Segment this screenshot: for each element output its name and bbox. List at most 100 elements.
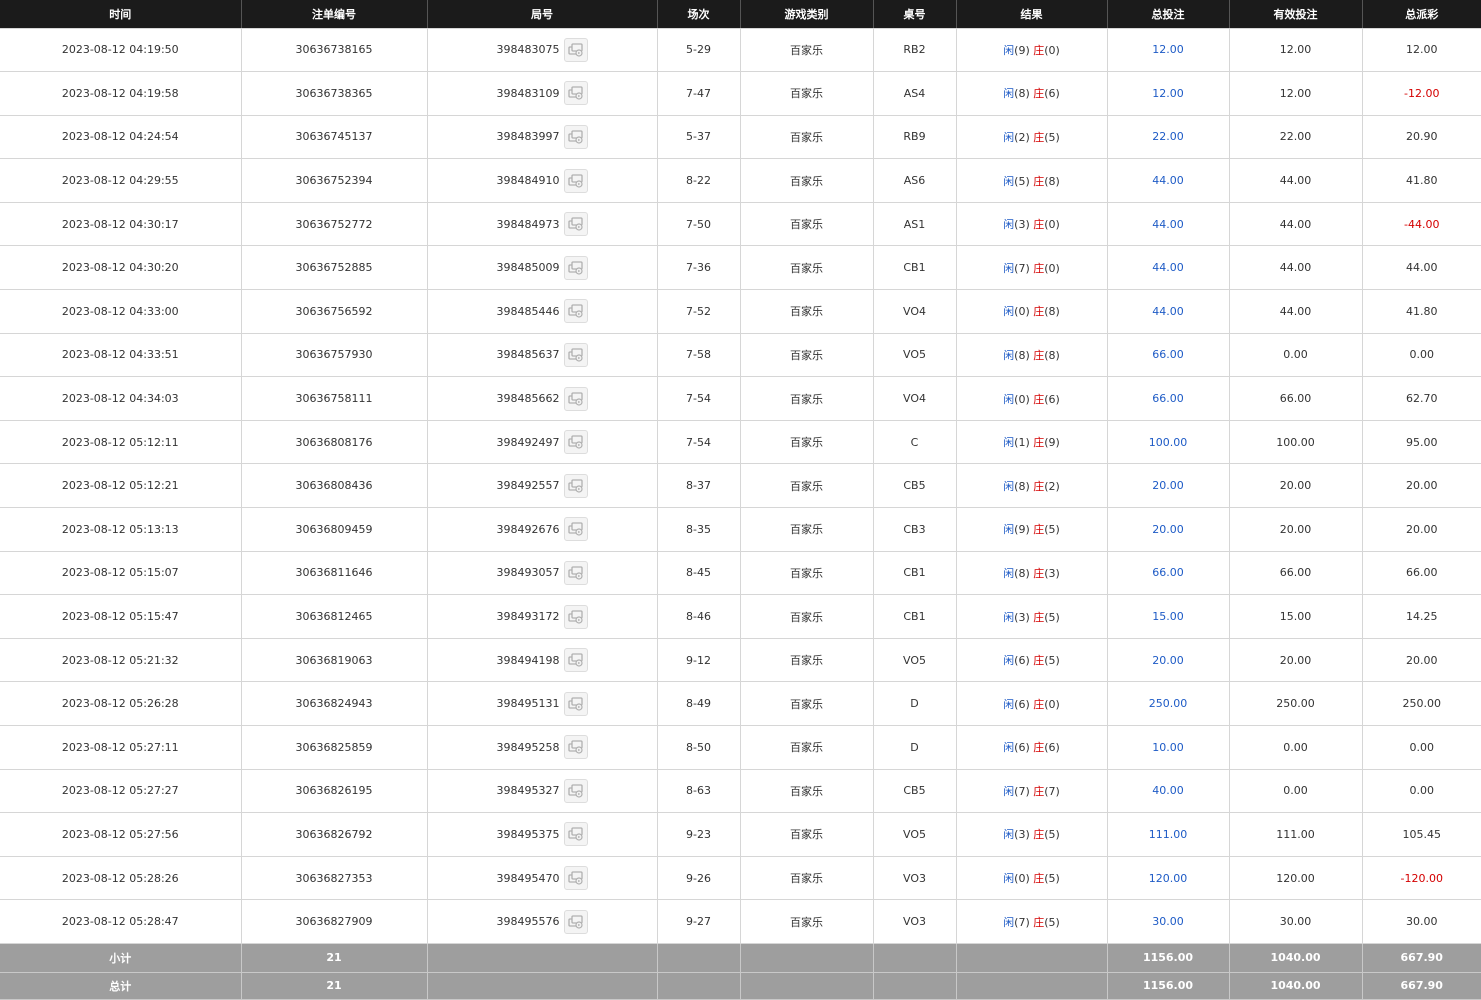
banker-label: 庄 bbox=[1033, 523, 1045, 537]
round-id-text: 398495470 bbox=[496, 871, 560, 885]
replay-video-icon[interactable] bbox=[563, 735, 588, 760]
cell-time: 2023-08-12 04:24:54 bbox=[0, 115, 242, 160]
player-score: (8) bbox=[1014, 87, 1030, 101]
cell-result: 闲(8) 庄(6) bbox=[956, 71, 1108, 116]
cell-time: 2023-08-12 05:27:56 bbox=[0, 812, 242, 857]
replay-video-icon[interactable] bbox=[563, 909, 588, 934]
cell-result: 闲(7) 庄(7) bbox=[956, 769, 1108, 814]
cell-total-bet: 20.00 bbox=[1107, 507, 1230, 552]
player-label: 闲 bbox=[1003, 479, 1015, 493]
player-label: 闲 bbox=[1003, 348, 1015, 362]
round-id-text: 398492497 bbox=[496, 435, 560, 449]
cell-total-bet: 44.00 bbox=[1107, 158, 1230, 203]
player-label: 闲 bbox=[1003, 828, 1015, 842]
cell-round-id: 398484973 bbox=[427, 202, 658, 247]
round-id-text: 398484910 bbox=[496, 174, 560, 188]
cell-payout: 20.00 bbox=[1362, 463, 1481, 509]
banker-label: 庄 bbox=[1033, 130, 1045, 144]
header-result: 结果 bbox=[956, 0, 1108, 29]
banker-score: (0) bbox=[1044, 218, 1060, 232]
cell-game-type: 百家乐 bbox=[740, 420, 874, 465]
replay-video-icon[interactable] bbox=[563, 124, 588, 149]
banker-label: 庄 bbox=[1033, 872, 1045, 886]
cell-shoe: 7-47 bbox=[657, 71, 741, 116]
cell-payout: 105.45 bbox=[1362, 812, 1481, 857]
player-label: 闲 bbox=[1003, 87, 1015, 101]
cell-table: VO5 bbox=[873, 333, 957, 378]
cell-result: 闲(5) 庄(8) bbox=[956, 158, 1108, 203]
cell-shoe: 8-45 bbox=[657, 551, 741, 596]
replay-video-icon[interactable] bbox=[563, 81, 588, 106]
cell-table: CB5 bbox=[873, 463, 957, 509]
replay-video-icon[interactable] bbox=[563, 386, 588, 411]
replay-video-icon[interactable] bbox=[563, 473, 588, 498]
banker-score: (6) bbox=[1044, 87, 1060, 101]
cell-total-bet: 100.00 bbox=[1107, 420, 1230, 465]
round-id-text: 398485637 bbox=[496, 348, 560, 362]
replay-video-icon[interactable] bbox=[563, 430, 588, 455]
replay-video-icon[interactable] bbox=[563, 255, 588, 280]
cell-game-type: 百家乐 bbox=[740, 856, 874, 901]
replay-video-icon[interactable] bbox=[563, 299, 588, 324]
cell-game-type: 百家乐 bbox=[740, 507, 874, 552]
cell-game-type: 百家乐 bbox=[740, 463, 874, 509]
cell-valid-bet: 15.00 bbox=[1229, 594, 1363, 639]
cell-order-no: 30636738165 bbox=[241, 28, 428, 73]
cell-game-type: 百家乐 bbox=[740, 28, 874, 73]
table-row: 2023-08-12 05:21:32 30636819063 398494198 9… bbox=[0, 638, 1481, 683]
cell-valid-bet: 44.00 bbox=[1229, 202, 1363, 247]
cell-game-type: 百家乐 bbox=[740, 594, 874, 639]
cell-shoe: 9-23 bbox=[657, 812, 741, 857]
cell-order-no: 30636827909 bbox=[241, 899, 428, 944]
cell-round-id: 398493057 bbox=[427, 551, 658, 596]
table-row: 2023-08-12 05:27:56 30636826792 398495375 9… bbox=[0, 812, 1481, 857]
replay-video-icon[interactable] bbox=[563, 691, 588, 716]
round-id-text: 398493057 bbox=[496, 566, 560, 580]
player-label: 闲 bbox=[1003, 610, 1015, 624]
replay-video-icon[interactable] bbox=[563, 168, 588, 193]
replay-video-icon[interactable] bbox=[563, 560, 588, 585]
replay-video-icon[interactable] bbox=[563, 778, 588, 803]
replay-video-icon[interactable] bbox=[563, 342, 588, 367]
cell-payout: 20.00 bbox=[1362, 507, 1481, 552]
replay-video-icon[interactable] bbox=[563, 604, 588, 629]
cell-result: 闲(3) 庄(0) bbox=[956, 202, 1108, 247]
header-table: 桌号 bbox=[873, 0, 957, 29]
cell-result: 闲(6) 庄(0) bbox=[956, 681, 1108, 726]
cell-game-type: 百家乐 bbox=[740, 376, 874, 421]
cell-round-id: 398495131 bbox=[427, 681, 658, 726]
cell-valid-bet: 66.00 bbox=[1229, 551, 1363, 596]
cell-game-type: 百家乐 bbox=[740, 899, 874, 944]
replay-video-icon[interactable] bbox=[563, 212, 588, 237]
banker-score: (7) bbox=[1044, 784, 1060, 798]
cell-total-bet: 120.00 bbox=[1107, 856, 1230, 901]
banker-label: 庄 bbox=[1033, 566, 1045, 580]
cell-total-bet: 22.00 bbox=[1107, 115, 1230, 160]
replay-video-icon[interactable] bbox=[563, 648, 588, 673]
banker-label: 庄 bbox=[1033, 348, 1045, 362]
cell-round-id: 398483109 bbox=[427, 71, 658, 116]
cell-order-no: 30636756592 bbox=[241, 289, 428, 334]
banker-score: (0) bbox=[1044, 697, 1060, 711]
cell-result: 闲(3) 庄(5) bbox=[956, 812, 1108, 857]
replay-video-icon[interactable] bbox=[563, 822, 588, 847]
cell-shoe: 7-36 bbox=[657, 245, 741, 291]
banker-label: 庄 bbox=[1033, 610, 1045, 624]
cell-time: 2023-08-12 05:15:07 bbox=[0, 551, 242, 596]
cell-round-id: 398494198 bbox=[427, 638, 658, 683]
table-body: 2023-08-12 04:19:50 30636738165 398483075 5… bbox=[0, 28, 1481, 1000]
banker-score: (0) bbox=[1044, 43, 1060, 57]
replay-video-icon[interactable] bbox=[563, 517, 588, 542]
table-row: 2023-08-12 05:12:21 30636808436 398492557 8… bbox=[0, 463, 1481, 509]
replay-video-icon[interactable] bbox=[563, 37, 588, 62]
cell-time: 2023-08-12 05:27:11 bbox=[0, 725, 242, 770]
cell-round-id: 398492557 bbox=[427, 463, 658, 509]
replay-video-icon[interactable] bbox=[563, 866, 588, 891]
cell-round-id: 398492497 bbox=[427, 420, 658, 465]
cell-payout: 20.90 bbox=[1362, 115, 1481, 160]
cell-total-bet: 66.00 bbox=[1107, 333, 1230, 378]
banker-score: (6) bbox=[1044, 392, 1060, 406]
banker-label: 庄 bbox=[1033, 43, 1045, 57]
cell-game-type: 百家乐 bbox=[740, 333, 874, 378]
cell-table: RB9 bbox=[873, 115, 957, 160]
